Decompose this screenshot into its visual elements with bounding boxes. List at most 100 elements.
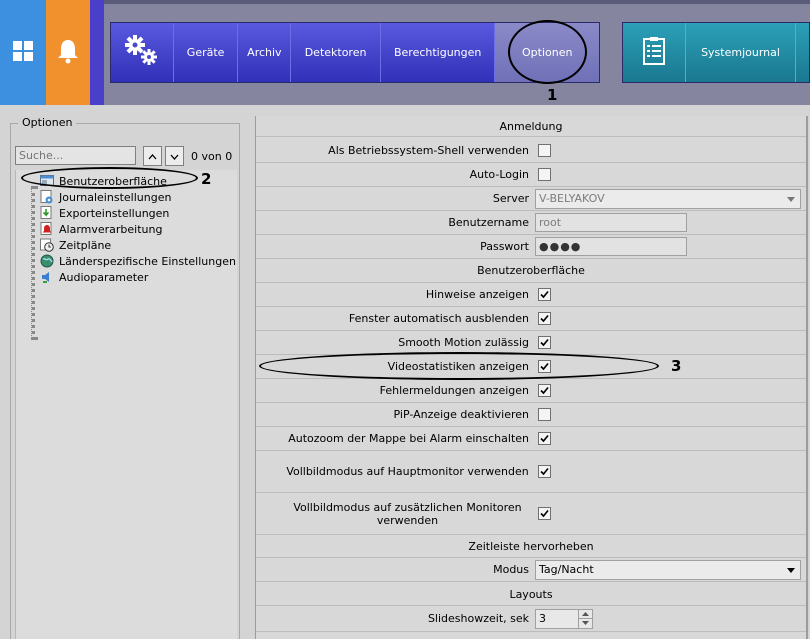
tree-item-label: Länderspezifische Einstellungen [59, 254, 236, 268]
vollbild-haupt-checkbox[interactable] [538, 465, 551, 478]
vollbild-zusaetzlich-label: Vollbildmodus auf zusätzlichen Monitoren… [293, 500, 522, 527]
tree-connector [31, 186, 35, 340]
tab-systemjournal[interactable]: Systemjournal [685, 23, 795, 82]
password-label: Passwort [480, 240, 529, 253]
hinweise-checkbox[interactable] [538, 288, 551, 301]
autologin-checkbox[interactable] [538, 168, 551, 181]
options-left-panel: Optionen 0 von 0 Benutzeroberfläche Jour… [0, 105, 250, 639]
tree-item-alarmverarbeitung[interactable]: Alarmverarbeitung [40, 221, 162, 237]
caret-down-icon [787, 563, 795, 576]
row-videostatistiken: Videostatistiken anzeigen [256, 355, 806, 379]
vollbild-zusaetzlich-checkbox[interactable] [538, 507, 551, 520]
journal-icon-button[interactable] [623, 23, 685, 82]
slideshow-stepper[interactable]: 3 [535, 608, 593, 629]
speaker-icon [40, 270, 54, 284]
shell-label: Als Betriebssystem-Shell verwenden [328, 144, 529, 157]
tree-item-zeitplaene[interactable]: Zeitpläne [40, 237, 111, 253]
slideshow-label: Slideshowzeit, sek [427, 612, 529, 625]
settings-gear-button[interactable] [111, 23, 173, 82]
tree-item-journaleinstellungen[interactable]: Journaleinstellungen [40, 189, 171, 205]
windows-tile-button[interactable] [0, 0, 46, 105]
fenster-ausblenden-label: Fenster automatisch ausblenden [348, 312, 529, 325]
tab-geraete[interactable]: Geräte [172, 23, 238, 82]
search-previous-button[interactable] [143, 146, 162, 166]
username-label: Benutzername [448, 216, 529, 229]
row-vollbild-haupt: Vollbildmodus auf Hauptmonitor verwenden [256, 451, 806, 493]
windows-grid-icon [12, 40, 34, 65]
export-arrow-icon [40, 206, 54, 220]
hinweise-label: Hinweise anzeigen [425, 288, 529, 301]
tree-item-audioparameter[interactable]: Audioparameter [40, 269, 148, 285]
row-pip-deaktivieren: PiP-Anzeige deaktivieren [256, 403, 806, 427]
journal-gear-icon [40, 190, 54, 204]
fenster-ausblenden-checkbox[interactable] [538, 312, 551, 325]
journal-group-edge [795, 23, 809, 82]
options-property-grid: Anmeldung Als Betriebssystem-Shell verwe… [255, 116, 808, 639]
pip-deaktivieren-checkbox[interactable] [538, 408, 551, 421]
row-shell: Als Betriebssystem-Shell verwenden [256, 139, 806, 163]
toolbar-top-line [0, 0, 810, 4]
top-toolbar: Geräte Archiv Detektoren Berechtigungen … [0, 0, 810, 105]
main-nav-group: Geräte Archiv Detektoren Berechtigungen … [110, 22, 600, 83]
alarm-bell-icon [40, 222, 54, 236]
bell-icon [56, 38, 80, 67]
tab-detektoren[interactable]: Detektoren [290, 23, 380, 82]
username-field[interactable]: root [535, 213, 687, 232]
tab-optionen[interactable]: Optionen [494, 23, 600, 82]
search-next-button[interactable] [165, 146, 184, 166]
stepper-up-icon[interactable] [579, 610, 592, 619]
autozoom-label: Autozoom der Mappe bei Alarm einschalten [288, 432, 529, 445]
fehlermeldungen-checkbox[interactable] [538, 384, 551, 397]
tab-archiv[interactable]: Archiv [237, 23, 290, 82]
tree-item-exporteinstellungen[interactable]: Exportein­stellungen [40, 205, 169, 221]
row-autozoom: Autozoom der Mappe bei Alarm einschalten [256, 427, 806, 451]
shell-checkbox[interactable] [538, 144, 551, 157]
annotation-number-1: 1 [547, 86, 558, 104]
row-username: Benutzername root [256, 211, 806, 235]
videostatistiken-label: Videostatistiken anzeigen [387, 360, 529, 373]
section-benutzeroberflaeche: Benutzeroberfläche [256, 259, 806, 283]
tree-item-label: Journaleinstellungen [59, 190, 172, 204]
videostatistiken-checkbox[interactable] [538, 360, 551, 373]
alarm-tile-button[interactable] [46, 0, 90, 105]
clock-calendar-icon [40, 238, 54, 252]
tree-item-label: Alarmverarbeitung [59, 222, 163, 236]
section-anmeldung: Anmeldung [256, 116, 806, 137]
vollbild-haupt-label: Vollbildmodus auf Hauptmonitor verwenden [286, 465, 529, 478]
stepper-buttons [578, 609, 592, 628]
slideshow-value: 3 [539, 611, 546, 625]
autozoom-checkbox[interactable] [538, 432, 551, 445]
tab-berechtigungen[interactable]: Berechtigungen [379, 23, 495, 82]
monitor-window-icon [40, 174, 54, 188]
globe-icon [40, 254, 54, 268]
tree-item-label: Benutzeroberfläche [59, 174, 167, 188]
modus-value: Tag/Nacht [539, 563, 594, 576]
password-field[interactable]: ●●●● [535, 237, 687, 256]
section-zeitleiste: Zeitleiste hervorheben [256, 535, 806, 558]
server-dropdown[interactable]: V-BELYAKOV [535, 188, 801, 209]
search-input[interactable] [15, 146, 136, 165]
grid-right-border [806, 116, 808, 639]
caret-down-icon [787, 192, 795, 205]
row-vollbild-zusaetzlich: Vollbildmodus auf zusätzlichen Monitoren… [256, 493, 806, 535]
tree-item-label: Zeitpläne [59, 238, 112, 252]
options-groupbox-title: Optionen [18, 116, 77, 129]
autologin-label: Auto-Login [469, 168, 529, 181]
row-slideshow: Slideshowzeit, sek 3 [256, 606, 806, 632]
tree-item-laenderspezifische-einstellungen[interactable]: Länderspezifische Einstellungen [40, 253, 236, 269]
tree-item-benutzeroberflaeche[interactable]: Benutzeroberfläche [40, 173, 167, 189]
row-password: Passwort ●●●● [256, 235, 806, 259]
gears-icon [123, 33, 161, 72]
options-tree: Benutzeroberfläche Journaleinstellungen … [15, 170, 237, 639]
row-smooth-motion: Smooth Motion zulässig [256, 331, 806, 355]
pip-deaktivieren-label: PiP-Anzeige deaktivieren [393, 408, 530, 421]
tab-optionen-label: Optionen [522, 46, 573, 59]
row-modus: Modus Tag/Nacht [256, 558, 806, 582]
stepper-down-icon[interactable] [579, 619, 592, 628]
toolbar-accent-strip [90, 0, 104, 105]
modus-dropdown[interactable]: Tag/Nacht [535, 559, 801, 580]
tree-item-label: Audioparameter [59, 270, 149, 284]
smooth-motion-checkbox[interactable] [538, 336, 551, 349]
row-fenster-ausblenden: Fenster automatisch ausblenden [256, 307, 806, 331]
server-label: Server [492, 192, 529, 205]
